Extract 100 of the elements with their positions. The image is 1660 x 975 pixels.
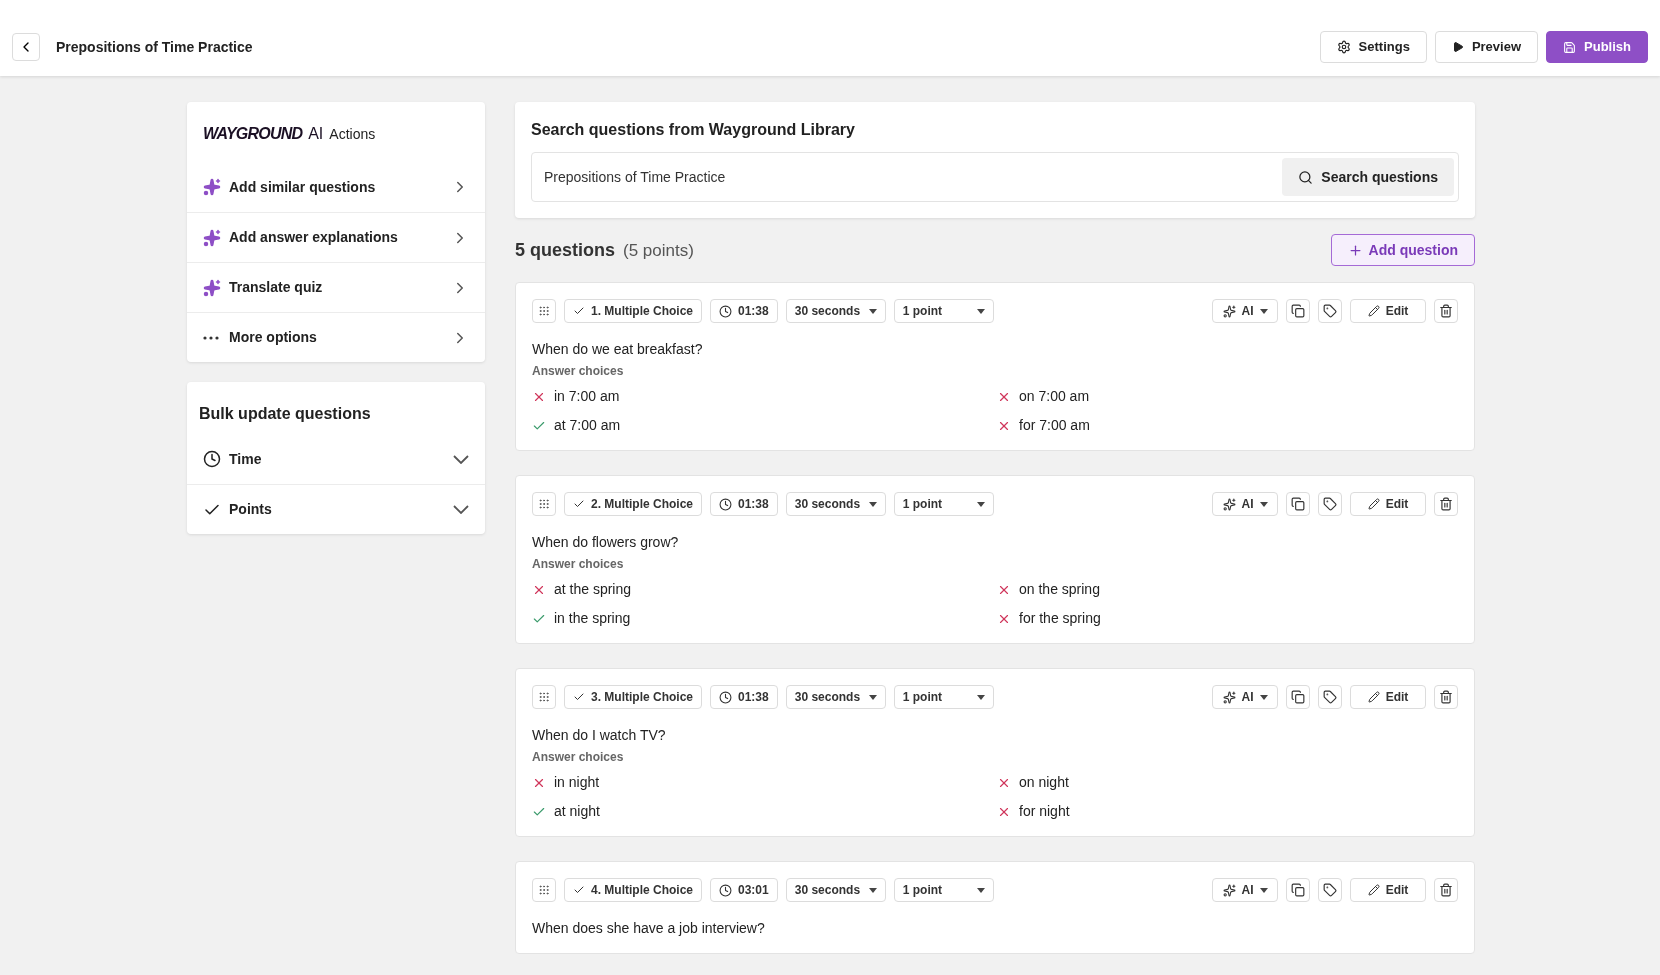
- answer-choice: on night: [1019, 773, 1069, 792]
- card-title: Search questions from Wayground Library: [531, 120, 856, 140]
- caret-icon: [868, 501, 877, 507]
- duration-chip[interactable]: 01:38: [710, 492, 778, 516]
- clock-icon: [719, 497, 732, 511]
- clock-icon: [203, 450, 221, 468]
- copy-icon: [1291, 497, 1305, 511]
- points-total: (5 points): [623, 239, 694, 262]
- tag-icon: [1323, 497, 1337, 511]
- points-dropdown[interactable]: 1 point: [893, 685, 994, 709]
- brand-suffix: AI: [308, 124, 324, 144]
- time-limit-dropdown[interactable]: 30 seconds: [785, 685, 886, 709]
- bulk-update-item[interactable]: Points: [187, 484, 485, 534]
- delete-button[interactable]: [1434, 492, 1458, 516]
- question-type-chip[interactable]: 3. Multiple Choice: [564, 685, 702, 709]
- answer-choice: at the spring: [554, 580, 632, 599]
- ai-dropdown[interactable]: AI: [1212, 492, 1278, 516]
- delete-button[interactable]: [1434, 878, 1458, 902]
- answer-choices-label: Answer choices: [532, 363, 625, 380]
- question-type-chip[interactable]: 1. Multiple Choice: [564, 299, 702, 323]
- copy-icon: [1291, 304, 1305, 318]
- edit-button[interactable]: Edit: [1350, 492, 1426, 516]
- pencil-icon: [1367, 884, 1380, 896]
- preview-button[interactable]: Preview: [1434, 31, 1539, 63]
- answer-choices-label: Answer choices: [532, 749, 625, 766]
- search-field[interactable]: Prepositions of Time Practice Search questions: [531, 152, 1459, 202]
- duplicate-button[interactable]: [1286, 685, 1310, 709]
- answer-choice: in night: [554, 773, 600, 792]
- time-limit-dropdown[interactable]: 30 seconds: [785, 492, 886, 516]
- caret-icon: [1259, 308, 1268, 314]
- drag-handle[interactable]: [532, 685, 556, 709]
- delete-button[interactable]: [1434, 299, 1458, 323]
- question-count: 5 questions: [515, 238, 616, 262]
- drag-handle[interactable]: [532, 878, 556, 902]
- edit-button[interactable]: Edit: [1350, 299, 1426, 323]
- question-text: When do we eat breakfast?: [532, 340, 704, 359]
- sparkles-icon: [203, 278, 221, 297]
- points-dropdown[interactable]: 1 point: [893, 299, 994, 323]
- caret-icon: [868, 308, 877, 314]
- check-icon: [573, 691, 585, 703]
- action-item[interactable]: Add similar questions: [187, 162, 485, 212]
- check-icon: [573, 305, 585, 317]
- tag-icon: [1323, 883, 1337, 897]
- duplicate-button[interactable]: [1286, 492, 1310, 516]
- bulk-update-item[interactable]: Time: [187, 434, 485, 484]
- action-item[interactable]: Translate quiz: [187, 262, 485, 312]
- points-dropdown[interactable]: 1 point: [893, 878, 994, 902]
- question-text: When do flowers grow?: [532, 533, 680, 552]
- caret-icon: [976, 694, 985, 700]
- duplicate-button[interactable]: [1286, 878, 1310, 902]
- answer-choice: for 7:00 am: [1019, 416, 1090, 435]
- duration-chip[interactable]: 01:38: [710, 685, 778, 709]
- time-limit-dropdown[interactable]: 30 seconds: [785, 878, 886, 902]
- trash-icon: [1439, 883, 1453, 897]
- search-icon: [1298, 169, 1314, 185]
- copy-icon: [1291, 690, 1305, 704]
- tag-icon: [1323, 690, 1337, 704]
- save-icon: [1563, 40, 1577, 54]
- ai-dropdown[interactable]: AI: [1212, 878, 1278, 902]
- brand-logo: WAYGROUND: [203, 124, 303, 144]
- sparkles-icon: [1222, 304, 1236, 318]
- answer-choice: at night: [554, 802, 600, 821]
- sparkles-icon: [1222, 690, 1236, 704]
- points-dropdown[interactable]: 1 point: [893, 492, 994, 516]
- edit-button[interactable]: Edit: [1350, 878, 1426, 902]
- tag-button[interactable]: [1318, 299, 1342, 323]
- tag-icon: [1323, 304, 1337, 318]
- search-questions-button[interactable]: Search questions: [1282, 158, 1454, 196]
- time-limit-dropdown[interactable]: 30 seconds: [785, 299, 886, 323]
- caret-icon: [1259, 501, 1268, 507]
- drag-handle[interactable]: [532, 299, 556, 323]
- settings-button[interactable]: Settings: [1319, 31, 1427, 63]
- duration-chip[interactable]: 01:38: [710, 299, 778, 323]
- question-type-chip[interactable]: 2. Multiple Choice: [564, 492, 702, 516]
- duration-chip[interactable]: 03:01: [710, 878, 778, 902]
- action-item[interactable]: Add answer explanations: [187, 212, 485, 262]
- caret-icon: [976, 308, 985, 314]
- check-icon: [573, 498, 585, 510]
- check-icon: [573, 884, 585, 896]
- edit-button[interactable]: Edit: [1350, 685, 1426, 709]
- action-item[interactable]: More options: [187, 312, 485, 362]
- drag-handle[interactable]: [532, 492, 556, 516]
- caret-icon: [1259, 694, 1268, 700]
- delete-button[interactable]: [1434, 685, 1458, 709]
- tag-button[interactable]: [1318, 878, 1342, 902]
- add-question-button[interactable]: Add question: [1330, 234, 1475, 266]
- trash-icon: [1439, 304, 1453, 318]
- back-button[interactable]: [12, 33, 40, 61]
- question-type-chip[interactable]: 4. Multiple Choice: [564, 878, 702, 902]
- clock-icon: [719, 304, 732, 318]
- pencil-icon: [1367, 498, 1380, 510]
- answer-choices-label: Answer choices: [532, 556, 625, 573]
- ai-dropdown[interactable]: AI: [1212, 685, 1278, 709]
- answer-choice: on the spring: [1019, 580, 1100, 599]
- duplicate-button[interactable]: [1286, 299, 1310, 323]
- tag-button[interactable]: [1318, 492, 1342, 516]
- settings-icon: [1336, 40, 1351, 54]
- ai-dropdown[interactable]: AI: [1212, 299, 1278, 323]
- tag-button[interactable]: [1318, 685, 1342, 709]
- publish-button[interactable]: Publish: [1546, 31, 1648, 63]
